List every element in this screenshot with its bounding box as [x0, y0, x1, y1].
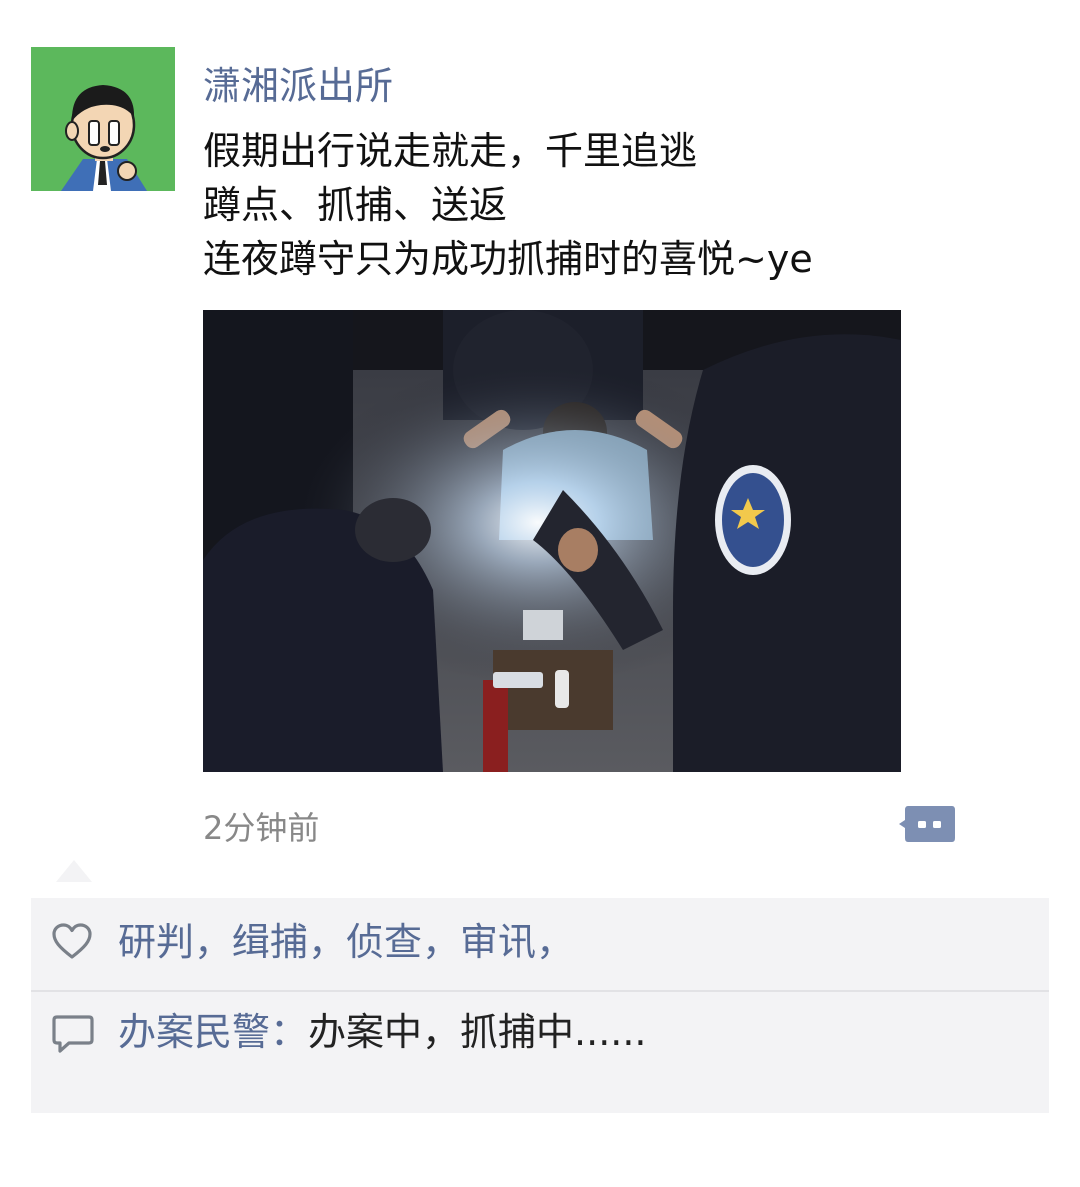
- post-timestamp: 2分钟前: [203, 809, 320, 847]
- post-text-line: 蹲点、抓捕、送返: [203, 183, 508, 227]
- more-actions-button[interactable]: [898, 804, 956, 844]
- night-arrest-photo: [203, 310, 901, 772]
- interaction-panel: 研判，缉捕，侦查，审讯， 办案民警：办案中，抓捕中......: [31, 898, 1049, 1113]
- more-actions-icon: [899, 806, 955, 842]
- comment-text: 办案民警：办案中，抓捕中......: [118, 1006, 647, 1058]
- likes-row: 研判，缉捕，侦查，审讯，: [31, 898, 1049, 992]
- comment-author[interactable]: 办案民警: [118, 1010, 270, 1054]
- post-text: 假期出行说走就走，千里追逃 蹲点、抓捕、送返 连夜蹲守只为成功抓捕时的喜悦~ye: [203, 124, 1023, 286]
- comment-separator: ：: [270, 1010, 309, 1054]
- police-cartoon-avatar-icon: [31, 47, 175, 191]
- panel-caret: [56, 860, 92, 882]
- heart-outline-icon: [51, 922, 93, 962]
- speech-bubble-icon: [51, 1014, 95, 1056]
- likes-list[interactable]: 研判，缉捕，侦查，审讯，: [118, 916, 574, 968]
- comment-row[interactable]: 办案民警：办案中，抓捕中......: [31, 992, 1049, 1102]
- post-text-line: 连夜蹲守只为成功抓捕时的喜悦~ye: [203, 237, 813, 281]
- comment-body: 办案中，抓捕中......: [308, 1010, 647, 1054]
- author-avatar[interactable]: [31, 47, 175, 191]
- post-author-name[interactable]: 潇湘派出所: [203, 60, 393, 112]
- post-photo[interactable]: [203, 310, 901, 772]
- post-text-line: 假期出行说走就走，千里追逃: [203, 129, 698, 173]
